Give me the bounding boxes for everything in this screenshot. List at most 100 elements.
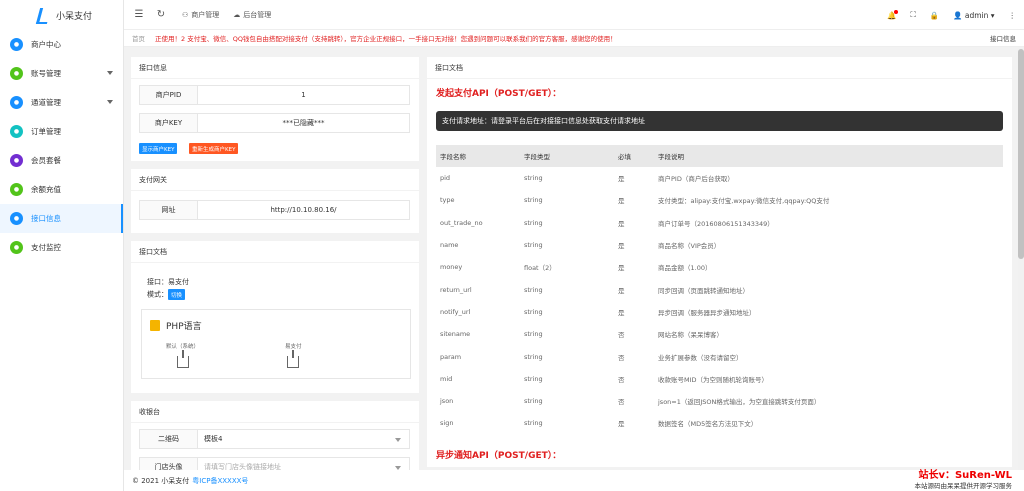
table-cell: string [524,374,543,383]
channel-icon: ● [10,96,23,109]
table-cell: 是 [618,308,625,317]
diamond-icon: ● [10,154,23,167]
table-cell: json=1（返回JSON格式输出，为空直接跳转支付页面） [658,398,821,407]
notice-message: 正使用！2 支付宝、微信、QQ钱包自由搭配对接支付（支持跳转），官方企业正规接口… [155,35,617,43]
api-doc-panel: 接口文档 发起支付API（POST/GET）： 支付请求地址：请登录平台后在对接… [427,57,1012,467]
table-cell: money [440,263,463,272]
table-cell: 商户订单号（20160806151343349） [658,219,774,228]
store-avatar-input[interactable]: 门店头像 请填写门店头像链接地址 [139,457,410,470]
table-cell: string [524,352,543,361]
table-cell: string [524,241,543,250]
switch-button[interactable]: 切换 [168,289,186,300]
cart-icon: ● [10,125,23,138]
fullscreen-icon[interactable]: ⛶ [911,10,916,20]
user-icon: ● [10,67,23,80]
table-cell: name [440,241,459,250]
sidebar-item-channel[interactable]: ● 通道管理 [0,88,123,117]
doc-panel: 接口文档 接口：易支付 模式： 切换 PHP语言 默认（系统） 易支付 [131,241,419,393]
bell-icon[interactable]: 🔔 [887,9,898,20]
icp-link[interactable]: 粤ICP备XXXXX号 [192,476,248,486]
sidebar-item-merchant-center[interactable]: ● 商户中心 [0,30,123,59]
sidebar-item-monitor[interactable]: ● 支付监控 [0,233,123,262]
mode-label: 模式： 切换 [147,289,186,300]
wallet-icon: ● [10,183,23,196]
reset-key-button[interactable]: 重新生成商户KEY [189,143,239,154]
php-sdk-box: PHP语言 默认（系统） 易支付 [141,309,411,379]
table-cell: sign [440,419,454,428]
table-cell: string [524,419,543,428]
footer: © 2021 小呆支付 粤ICP备XXXXX号 [124,470,1024,491]
sidebar-item-orders[interactable]: ● 订单管理 [0,117,123,146]
sidebar-item-api-info[interactable]: ● 接口信息 [0,204,123,233]
home-icon: ● [10,38,23,51]
pay-api-title: 发起支付API（POST/GET）： [436,89,562,99]
qrcode-template-select[interactable]: 二维码 模板4 [139,429,410,449]
table-cell: 否 [618,398,625,407]
topbar: ☰ ↻ ⚇ 商户管理 ☁ 后台管理 🔔 ⛶ 🔒 👤 admin ▾ ⋮ [124,0,1024,30]
chevron-down-icon [107,71,113,75]
info-icon: ● [10,212,23,225]
app-logo[interactable]: 小呆支付 [0,0,123,30]
scrollbar-thumb[interactable] [1018,49,1024,259]
panel-title: 支付网关 [131,169,419,191]
panel-title: 收银台 [131,401,419,423]
table-row: mid string 否 收款账号MID（为空则随机轮询账号） [436,368,1003,390]
table-cell: 否 [618,353,625,362]
table-cell: 商户PID（商户后台获取） [658,175,734,184]
breadcrumb-home[interactable]: 首页 [132,33,145,43]
refresh-icon[interactable]: ↻ [154,8,168,22]
notice-bar: 首页 正使用！2 支付宝、微信、QQ钱包自由搭配对接支付（支持跳转），官方企业正… [124,30,1024,47]
pid-row: 商户PID 1 [139,85,410,105]
chevron-down-icon [107,100,113,104]
table-row: return_url string 是 同步回调（页面跳转通知地址） [436,278,1003,300]
php-language-title: PHP语言 [150,319,202,332]
sidebar-item-membership[interactable]: ● 会员套餐 [0,146,123,175]
table-row: sign string 是 数据签名（MD5签名方法见下文） [436,412,1003,434]
table-cell: mid [440,374,453,383]
table-cell: string [524,397,543,406]
user-menu[interactable]: 👤 admin ▾ [953,11,994,20]
table-cell: 是 [618,219,625,228]
show-key-button[interactable]: 显示商户KEY [139,143,178,154]
gateway-row: 网址 http://10.10.80.16/ [139,200,410,220]
table-cell: 支付类型：alipay:支付宝,wxpay:微信支付,qqpay:QQ支付 [658,197,830,206]
watermark-contact: 站长v：SuRen-WL [918,470,1012,481]
table-row: pid string 是 商户PID（商户后台获取） [436,167,1003,189]
monitor-icon: ● [10,241,23,254]
table-cell: out_trade_no [440,218,483,227]
gateway-url: http://10.10.80.16/ [270,206,337,214]
table-cell: string [524,330,543,339]
download-icon [287,350,300,368]
table-cell: 是 [618,286,625,295]
table-cell: string [524,174,543,183]
table-cell: 商品金额（1.00） [658,264,712,273]
table-cell: 否 [618,331,625,340]
more-icon[interactable]: ⋮ [1009,11,1017,20]
api-fields-table: 字段名称 字段类型 必填 字段说明 pid string 是 商户PID（商户后台获取… [436,145,1003,435]
table-cell: 数据签名（MD5签名方法见下文） [658,420,758,429]
sidebar: 小呆支付 ● 商户中心 ● 账号管理 ● 通道管理 ● 订单管理 ● 会员套餐 ● 余额充值… [0,0,124,491]
scrollbar[interactable] [1018,47,1024,491]
lock-icon[interactable]: 🔒 [930,11,939,20]
table-cell: 否 [618,375,625,384]
tab-admin[interactable]: ☁ 后台管理 [233,10,271,20]
table-cell: 业务扩展参数（没有请留空） [658,353,743,362]
download-default[interactable]: 默认（系统） [166,342,199,368]
sidebar-item-account[interactable]: ● 账号管理 [0,59,123,88]
tab-merchant[interactable]: ⚇ 商户管理 [182,10,219,20]
key-value: ***已隐藏*** [282,119,325,127]
table-cell: string [524,196,543,205]
breadcrumb-current: 接口信息 [990,35,1016,43]
menu-toggle-icon[interactable]: ☰ [132,8,146,22]
table-header: 字段名称 字段类型 必填 字段说明 [436,145,1003,167]
table-cell: 是 [618,420,625,429]
table-row: money float（2） 是 商品金额（1.00） [436,256,1003,278]
sidebar-item-recharge[interactable]: ● 余额充值 [0,175,123,204]
watermark-note: 本站源码由呆呆提供开源学习服务 [914,482,1013,490]
download-icon [176,350,189,368]
key-row: 商户KEY ***已隐藏*** [139,113,410,133]
notify-api-title: 异步通知API（POST/GET）： [436,451,562,461]
pid-value: 1 [301,91,306,99]
download-epay[interactable]: 易支付 [285,342,302,368]
table-row: type string 是 支付类型：alipay:支付宝,wxpay:微信支付,qq… [436,189,1003,211]
